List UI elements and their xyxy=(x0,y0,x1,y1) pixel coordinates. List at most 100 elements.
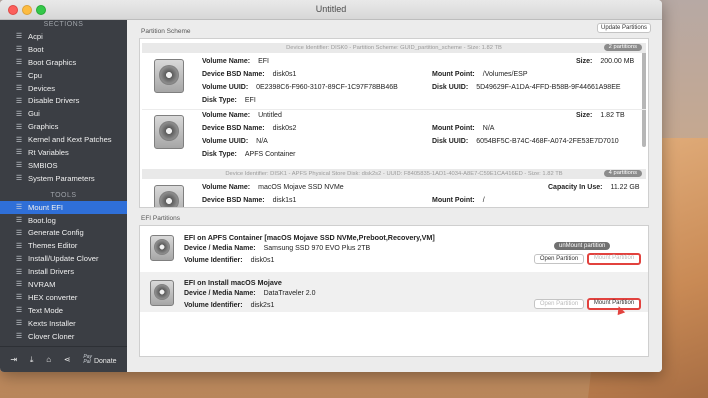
sidebar-item-generate-config[interactable]: ☰ Generate Config xyxy=(0,226,127,239)
update-partitions-button[interactable]: Update Partitions xyxy=(597,23,651,33)
list-icon: ☰ xyxy=(15,175,23,183)
disk1-banner: Device Identifier: DISK1 - APFS Physical… xyxy=(142,169,646,179)
list-icon: ☰ xyxy=(15,123,23,131)
efi-partitions-label: EFI Partitions xyxy=(141,215,181,222)
share-icon[interactable]: ⋖ xyxy=(64,355,71,364)
list-icon: ☰ xyxy=(15,320,23,328)
list-icon: ☰ xyxy=(15,255,23,263)
paypal-icon: Pay Pal xyxy=(83,353,92,365)
unmount-partition-badge[interactable]: unMount partition xyxy=(554,242,611,250)
hard-disk-icon xyxy=(150,235,174,261)
tools-header: TOOLS xyxy=(50,191,77,199)
list-icon: ☰ xyxy=(15,333,23,341)
partition-scheme-label: Partition Scheme xyxy=(141,28,191,35)
list-icon: ☰ xyxy=(15,110,23,118)
sidebar-item-label: Devices xyxy=(28,83,56,93)
list-icon: ☰ xyxy=(15,162,23,170)
sidebar-item-hex-converter[interactable]: ☰ HEX converter xyxy=(0,291,127,304)
sidebar-item-devices[interactable]: ☰ Devices xyxy=(0,82,127,95)
sidebar-item-kernel-and-kext-patches[interactable]: ☰ Kernel and Kext Patches xyxy=(0,133,127,146)
list-icon: ☰ xyxy=(15,136,23,144)
sidebar-item-clover-cloner[interactable]: ☰ Clover Cloner xyxy=(0,330,127,343)
sidebar-item-nvram[interactable]: ☰ NVRAM xyxy=(0,278,127,291)
sidebar-item-label: NVRAM xyxy=(28,279,56,289)
list-icon: ☰ xyxy=(15,217,23,225)
sidebar-item-label: Boot Graphics xyxy=(28,57,77,67)
list-icon: ☰ xyxy=(15,72,23,80)
list-icon: ☰ xyxy=(15,46,23,54)
sidebar-item-label: Cpu xyxy=(28,70,42,80)
sidebar-item-label: Gui xyxy=(28,109,40,119)
open-partition-button[interactable]: Open Partition xyxy=(534,254,584,264)
sidebar-item-install-drivers[interactable]: ☰ Install Drivers xyxy=(0,265,127,278)
sidebar-item-boot[interactable]: ☰ Boot xyxy=(0,43,127,56)
sidebar-item-label: HEX converter xyxy=(28,292,78,302)
list-icon: ☰ xyxy=(15,149,23,157)
sidebar-item-label: Rt Variables xyxy=(28,147,69,157)
sidebar-item-label: Disable Drivers xyxy=(28,96,80,106)
sidebar: SECTIONS ☰ Acpi ☰ Boot ☰ Boot Graphics ☰ Cpu ☰ De… xyxy=(0,20,127,372)
sidebar-item-cpu[interactable]: ☰ Cpu xyxy=(0,69,127,82)
app-window: Untitled SECTIONS ☰ Acpi ☰ Boot ☰ Boot Graphi… xyxy=(0,0,662,372)
sidebar-item-disable-drivers[interactable]: ☰ Disable Drivers xyxy=(0,94,127,107)
list-icon: ☰ xyxy=(15,307,23,315)
disk0-partitions-badge: 2 partitions xyxy=(603,44,642,51)
sidebar-item-mount-efi[interactable]: ☰ Mount EFI xyxy=(0,200,127,214)
list-icon: ☰ xyxy=(15,268,23,276)
list-icon: ☰ xyxy=(15,59,23,67)
open-partition-button[interactable]: Open Partition xyxy=(534,299,584,309)
sidebar-item-label: Text Mode xyxy=(28,305,64,315)
usb-disk-icon xyxy=(150,280,174,306)
main-content: Partition Scheme Update Partitions Devic… xyxy=(127,20,662,372)
sidebar-item-label: Kexts Installer xyxy=(28,318,76,328)
disk0-banner: Device Identifier: DISK0 - Partition Sch… xyxy=(142,43,646,53)
sidebar-item-label: Mount EFI xyxy=(28,202,64,212)
partition-scheme-panel: Device Identifier: DISK0 - Partition Sch… xyxy=(139,38,649,208)
sidebar-item-label: Boot.log xyxy=(28,215,56,225)
window-title: Untitled xyxy=(315,4,347,14)
sidebar-item-label: Generate Config xyxy=(28,228,84,238)
efi-item-title: EFI on APFS Container [macOS Mojave SSD … xyxy=(184,233,435,242)
sidebar-item-gui[interactable]: ☰ Gui xyxy=(0,107,127,120)
sidebar-item-system-parameters[interactable]: ☰ System Parameters xyxy=(0,172,127,185)
sidebar-item-rt-variables[interactable]: ☰ Rt Variables xyxy=(0,146,127,159)
sidebar-item-themes-editor[interactable]: ☰ Themes Editor xyxy=(0,239,127,252)
hard-disk-icon xyxy=(154,185,184,207)
sidebar-bottom-bar: ⇥ ⤓ ⌂ ⋖ Pay Pal Donate xyxy=(0,346,127,372)
scrollbar[interactable] xyxy=(642,51,646,147)
home-icon[interactable]: ⌂ xyxy=(46,355,51,364)
list-icon: ☰ xyxy=(15,33,23,41)
exit-icon[interactable]: ⇥ xyxy=(10,355,17,364)
sidebar-item-label: Kernel and Kext Patches xyxy=(28,135,112,145)
sidebar-item-label: Install/Update Clover xyxy=(28,254,99,264)
sections-header: SECTIONS xyxy=(43,21,84,28)
sidebar-item-install-update-clover[interactable]: ☰ Install/Update Clover xyxy=(0,252,127,265)
sidebar-item-label: Install Drivers xyxy=(28,267,74,277)
donate-label: Donate xyxy=(93,357,117,365)
sidebar-item-label: Graphics xyxy=(28,122,59,132)
donate-button[interactable]: Pay Pal Donate xyxy=(83,353,117,365)
sidebar-item-label: Acpi xyxy=(28,31,43,41)
list-icon: ☰ xyxy=(15,97,23,105)
sidebar-item-boot-log[interactable]: ☰ Boot.log xyxy=(0,214,127,227)
mount-partition-button[interactable]: Mount Partition xyxy=(587,298,641,310)
sidebar-item-label: Clover Cloner xyxy=(28,331,75,341)
sidebar-item-boot-graphics[interactable]: ☰ Boot Graphics xyxy=(0,56,127,69)
list-icon: ☰ xyxy=(15,281,23,289)
hard-disk-icon xyxy=(154,59,184,93)
sidebar-item-label: System Parameters xyxy=(28,173,95,183)
mount-partition-button[interactable]: Mount Partition xyxy=(587,253,641,265)
list-icon: ☰ xyxy=(15,85,23,92)
sidebar-item-smbios[interactable]: ☰ SMBIOS xyxy=(0,159,127,172)
disk1-partitions-badge: 4 partitions xyxy=(603,170,642,177)
import-icon[interactable]: ⤓ xyxy=(30,355,34,365)
list-icon: ☰ xyxy=(15,204,23,212)
sidebar-item-label: SMBIOS xyxy=(28,160,58,170)
sidebar-item-acpi[interactable]: ☰ Acpi xyxy=(0,30,127,43)
list-icon: ☰ xyxy=(15,242,23,250)
sidebar-item-kexts-installer[interactable]: ☰ Kexts Installer xyxy=(0,317,127,330)
sidebar-item-text-mode[interactable]: ☰ Text Mode xyxy=(0,304,127,317)
sidebar-item-graphics[interactable]: ☰ Graphics xyxy=(0,120,127,133)
title-bar: Untitled xyxy=(0,0,662,20)
efi-item-title: EFI on Install macOS Mojave xyxy=(184,278,282,287)
